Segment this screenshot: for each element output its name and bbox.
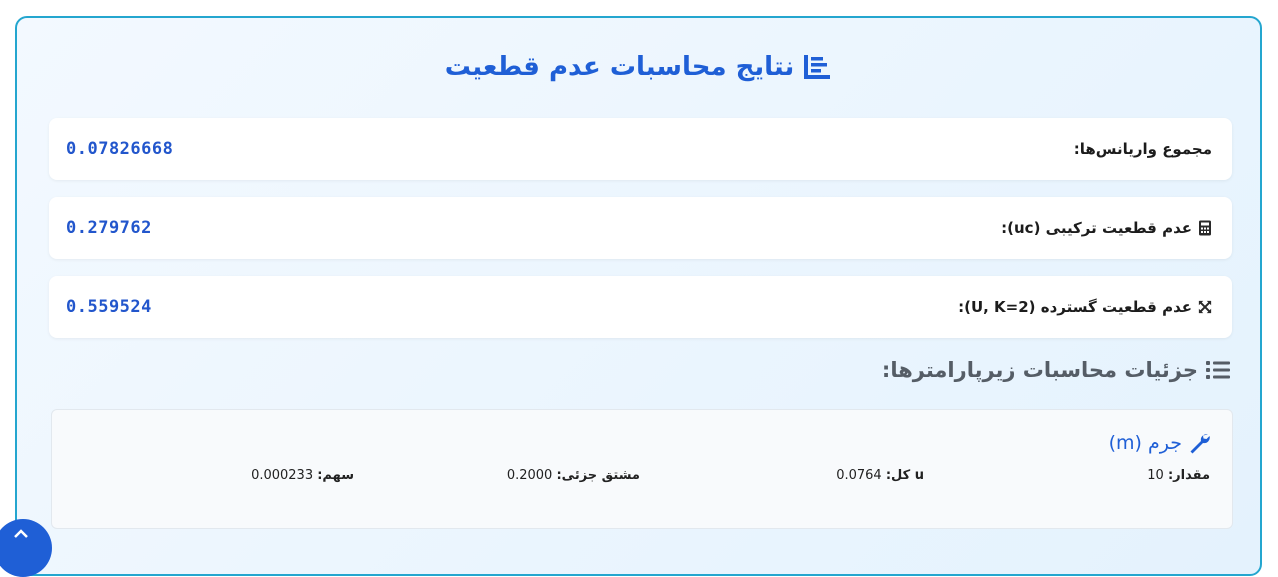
expanded-uncertainty-card: عدم قطعیت گسترده (U, K=2): 0.559524 xyxy=(49,276,1232,338)
results-panel: نتایج محاسبات عدم قطعیت مجموع واریانس‌ها… xyxy=(15,16,1262,576)
sum-variance-card: مجموع واریانس‌ها: 0.07826668 xyxy=(49,118,1232,180)
expand-arrows-icon xyxy=(1198,300,1212,314)
results-title-text: نتایج محاسبات عدم قطعیت xyxy=(444,52,795,82)
field-share: سهم: 0.000233 xyxy=(251,468,354,483)
expanded-uncertainty-label: عدم قطعیت گسترده (U, K=2): xyxy=(958,298,1192,316)
combined-uncertainty-value: 0.279762 xyxy=(66,218,152,238)
combined-uncertainty-card: عدم قطعیت ترکیبی (uc): 0.279762 xyxy=(49,197,1232,259)
field-partial-number: 0.2000 xyxy=(506,468,553,483)
field-share-label: سهم: xyxy=(317,468,354,483)
expanded-uncertainty-value: 0.559524 xyxy=(66,297,152,317)
chart-list-icon xyxy=(804,55,831,79)
subparameter-title: جرم (m) xyxy=(1109,432,1210,454)
field-partial: مشتق جزئی: 0.2000 xyxy=(507,468,640,483)
field-partial-label: مشتق جزئی: xyxy=(556,468,640,483)
expanded-uncertainty-label-row: عدم قطعیت گسترده (U, K=2): xyxy=(958,276,1212,338)
combined-uncertainty-label: عدم قطعیت ترکیبی (uc): xyxy=(1001,219,1192,237)
field-value-number: 10 xyxy=(1147,468,1164,483)
subparameter-card: جرم (m) مقدار: 10 u کل: 0.0764 مشتق جزئی… xyxy=(51,409,1233,529)
sum-variance-label: مجموع واریانس‌ها: xyxy=(1073,140,1212,158)
chevron-up-icon xyxy=(14,529,28,538)
field-u-total: u کل: 0.0764 xyxy=(836,468,924,483)
list-icon xyxy=(1206,361,1230,379)
combined-uncertainty-label-row: عدم قطعیت ترکیبی (uc): xyxy=(1001,197,1212,259)
sum-variance-value: 0.07826668 xyxy=(66,139,174,159)
wrench-icon xyxy=(1190,434,1210,454)
results-title: نتایج محاسبات عدم قطعیت xyxy=(17,52,1260,82)
calculator-icon xyxy=(1199,220,1211,236)
field-share-number: 0.000233 xyxy=(251,468,314,483)
field-u-total-number: 0.0764 xyxy=(836,468,882,483)
details-heading-text: جزئیات محاسبات زیرپارامترها: xyxy=(881,358,1198,382)
subparameter-name: جرم (m) xyxy=(1108,432,1182,454)
field-value: مقدار: 10 xyxy=(1147,468,1210,483)
details-heading: جزئیات محاسبات زیرپارامترها: xyxy=(882,358,1230,382)
field-u-total-label: u کل: xyxy=(885,468,924,483)
field-value-label: مقدار: xyxy=(1167,468,1210,483)
